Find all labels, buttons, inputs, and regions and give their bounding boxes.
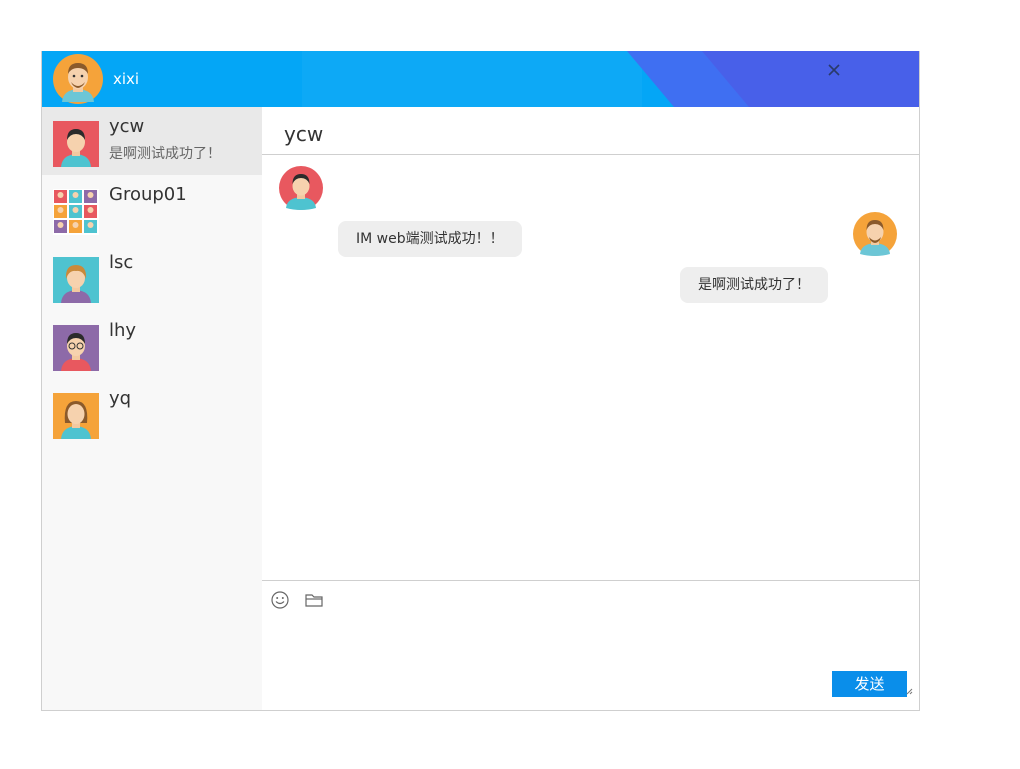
- current-username: xixi: [113, 70, 140, 88]
- emoji-icon[interactable]: [270, 590, 290, 610]
- contact-list: ycw 是啊测试成功了！ Group01 lsc lhy yq: [42, 107, 262, 710]
- contact-last-message: 是啊测试成功了！: [109, 146, 221, 162]
- contact-item-yq[interactable]: yq: [42, 379, 262, 447]
- close-icon[interactable]: [825, 61, 843, 79]
- contact-name: lsc: [109, 252, 134, 273]
- chat-window: xixi ycw 是啊测试成功了！ Group01 lsc lhy yq ycw…: [41, 51, 920, 711]
- divider: [262, 154, 919, 155]
- contact-name: ycw: [109, 116, 145, 137]
- message-bubble-right: 是啊测试成功了！: [680, 267, 828, 303]
- avatar-red-boy-icon: [53, 121, 99, 167]
- chat-title: ycw: [284, 122, 324, 146]
- avatar-orange-girl-icon: [53, 393, 99, 439]
- message-bubble-left: IM web端测试成功！！: [338, 221, 522, 257]
- contact-name: lhy: [109, 320, 137, 341]
- male-avatar-icon[interactable]: [53, 54, 103, 104]
- group-avatar-icon: [53, 189, 99, 235]
- contact-item-group01[interactable]: Group01: [42, 175, 262, 243]
- contact-item-ycw[interactable]: ycw 是啊测试成功了！: [42, 107, 262, 175]
- header-decoration: [302, 51, 642, 107]
- avatar-teal-girl-icon: [53, 257, 99, 303]
- sender-avatar-icon[interactable]: [279, 166, 323, 210]
- contact-item-lsc[interactable]: lsc: [42, 243, 262, 311]
- self-avatar-icon[interactable]: [853, 212, 897, 256]
- contact-name: Group01: [109, 184, 187, 205]
- header-bar: xixi: [42, 51, 919, 107]
- resize-grip-icon[interactable]: [905, 687, 913, 695]
- composer-divider: [262, 580, 919, 581]
- send-button[interactable]: 发送: [832, 671, 907, 697]
- folder-icon[interactable]: [304, 590, 324, 610]
- chat-panel: ycw IM web端测试成功！！ 是啊测试成功了！ 发送: [262, 107, 919, 710]
- contact-name: yq: [109, 388, 132, 409]
- avatar-purple-glasses-icon: [53, 325, 99, 371]
- contact-item-lhy[interactable]: lhy: [42, 311, 262, 379]
